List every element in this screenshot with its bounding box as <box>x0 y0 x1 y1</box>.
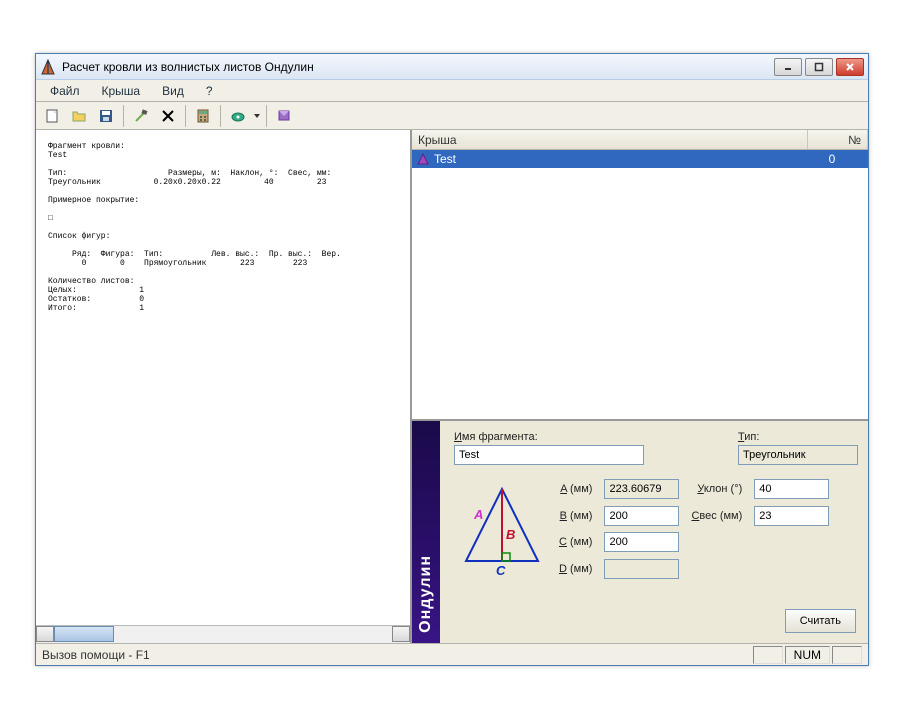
svg-text:C: C <box>496 563 506 578</box>
toolbar-separator <box>123 105 124 127</box>
scroll-right-icon[interactable] <box>392 626 410 642</box>
fragment-name-label: Имя фрагмента: <box>454 431 644 443</box>
fragment-form: Имя фрагмента: Тип: <box>440 421 868 643</box>
column-number[interactable]: № <box>808 130 868 149</box>
scroll-left-icon[interactable] <box>36 626 54 642</box>
system-buttons <box>774 58 864 76</box>
menu-view[interactable]: Вид <box>152 81 194 101</box>
new-button[interactable] <box>40 104 64 128</box>
b-input[interactable] <box>604 506 679 526</box>
brand-stripe: Ондулин <box>412 421 440 643</box>
preview-button[interactable] <box>226 104 250 128</box>
list-item[interactable]: Test 0 <box>412 150 868 168</box>
list-header: Крыша № <box>412 130 868 150</box>
horizontal-scrollbar[interactable] <box>36 625 410 643</box>
a-label: A (мм) <box>559 483 592 495</box>
app-window: Расчет кровли из волнистых листов Ондули… <box>35 53 869 666</box>
svg-text:B: B <box>506 527 515 542</box>
maximize-button[interactable] <box>805 58 833 76</box>
hammer-button[interactable] <box>129 104 153 128</box>
row-number: 0 <box>802 152 868 166</box>
minimize-button[interactable] <box>774 58 802 76</box>
a-input <box>604 479 679 499</box>
status-cell-1 <box>753 646 783 664</box>
report-text: Фрагмент кровли: Test Тип: Размеры, м: Н… <box>36 130 410 625</box>
status-help: Вызов помощи - F1 <box>42 648 751 662</box>
help-toolbar-button[interactable] <box>272 104 296 128</box>
c-label: C (мм) <box>559 536 592 548</box>
client-area: Фрагмент кровли: Test Тип: Размеры, м: Н… <box>36 130 868 643</box>
type-input <box>738 445 858 465</box>
close-button[interactable] <box>836 58 864 76</box>
slope-label: Уклон (°) <box>691 483 742 495</box>
open-button[interactable] <box>67 104 91 128</box>
overhang-label: Свес (мм) <box>691 510 742 522</box>
status-num: NUM <box>785 646 830 664</box>
toolbar <box>36 102 868 130</box>
b-label: B (мм) <box>559 510 592 522</box>
delete-button[interactable] <box>156 104 180 128</box>
fragment-name-input[interactable] <box>454 445 644 465</box>
row-name: Test <box>434 152 802 166</box>
list-view[interactable]: Крыша № Test 0 <box>412 130 868 421</box>
statusbar: Вызов помощи - F1 NUM <box>36 643 868 665</box>
window-title: Расчет кровли из волнистых листов Ондули… <box>62 60 774 74</box>
scroll-thumb[interactable] <box>54 626 114 642</box>
menubar: Файл Крыша Вид ? <box>36 80 868 102</box>
column-name[interactable]: Крыша <box>412 130 808 149</box>
d-input <box>604 559 679 579</box>
toolbar-separator <box>185 105 186 127</box>
menu-roof[interactable]: Крыша <box>92 81 151 101</box>
toolbar-separator <box>220 105 221 127</box>
calculator-button[interactable] <box>191 104 215 128</box>
menu-file[interactable]: Файл <box>40 81 90 101</box>
right-pane: Крыша № Test 0 Ондулин <box>412 130 868 643</box>
svg-text:A: A <box>473 507 483 522</box>
dimension-grid: A (мм) Уклон (°) B (мм) Свес (мм) C (мм) <box>559 479 829 579</box>
save-button[interactable] <box>94 104 118 128</box>
overhang-input[interactable] <box>754 506 829 526</box>
c-input[interactable] <box>604 532 679 552</box>
triangle-diagram: A B C <box>454 479 549 579</box>
brand-label: Ондулин <box>417 555 435 633</box>
type-label: Тип: <box>738 431 858 443</box>
form-area: Ондулин Имя фрагмента: Тип: <box>412 421 868 643</box>
report-pane: Фрагмент кровли: Test Тип: Размеры, м: Н… <box>36 130 412 643</box>
menu-help[interactable]: ? <box>196 81 223 101</box>
titlebar[interactable]: Расчет кровли из волнистых листов Ондули… <box>36 54 868 80</box>
status-cell-3 <box>832 646 862 664</box>
toolbar-separator <box>266 105 267 127</box>
slope-input[interactable] <box>754 479 829 499</box>
d-label: D (мм) <box>559 563 592 575</box>
app-icon <box>40 59 56 75</box>
calculate-button[interactable]: Считать <box>785 609 856 633</box>
triangle-icon <box>416 152 430 166</box>
dropdown-icon[interactable] <box>253 108 261 124</box>
